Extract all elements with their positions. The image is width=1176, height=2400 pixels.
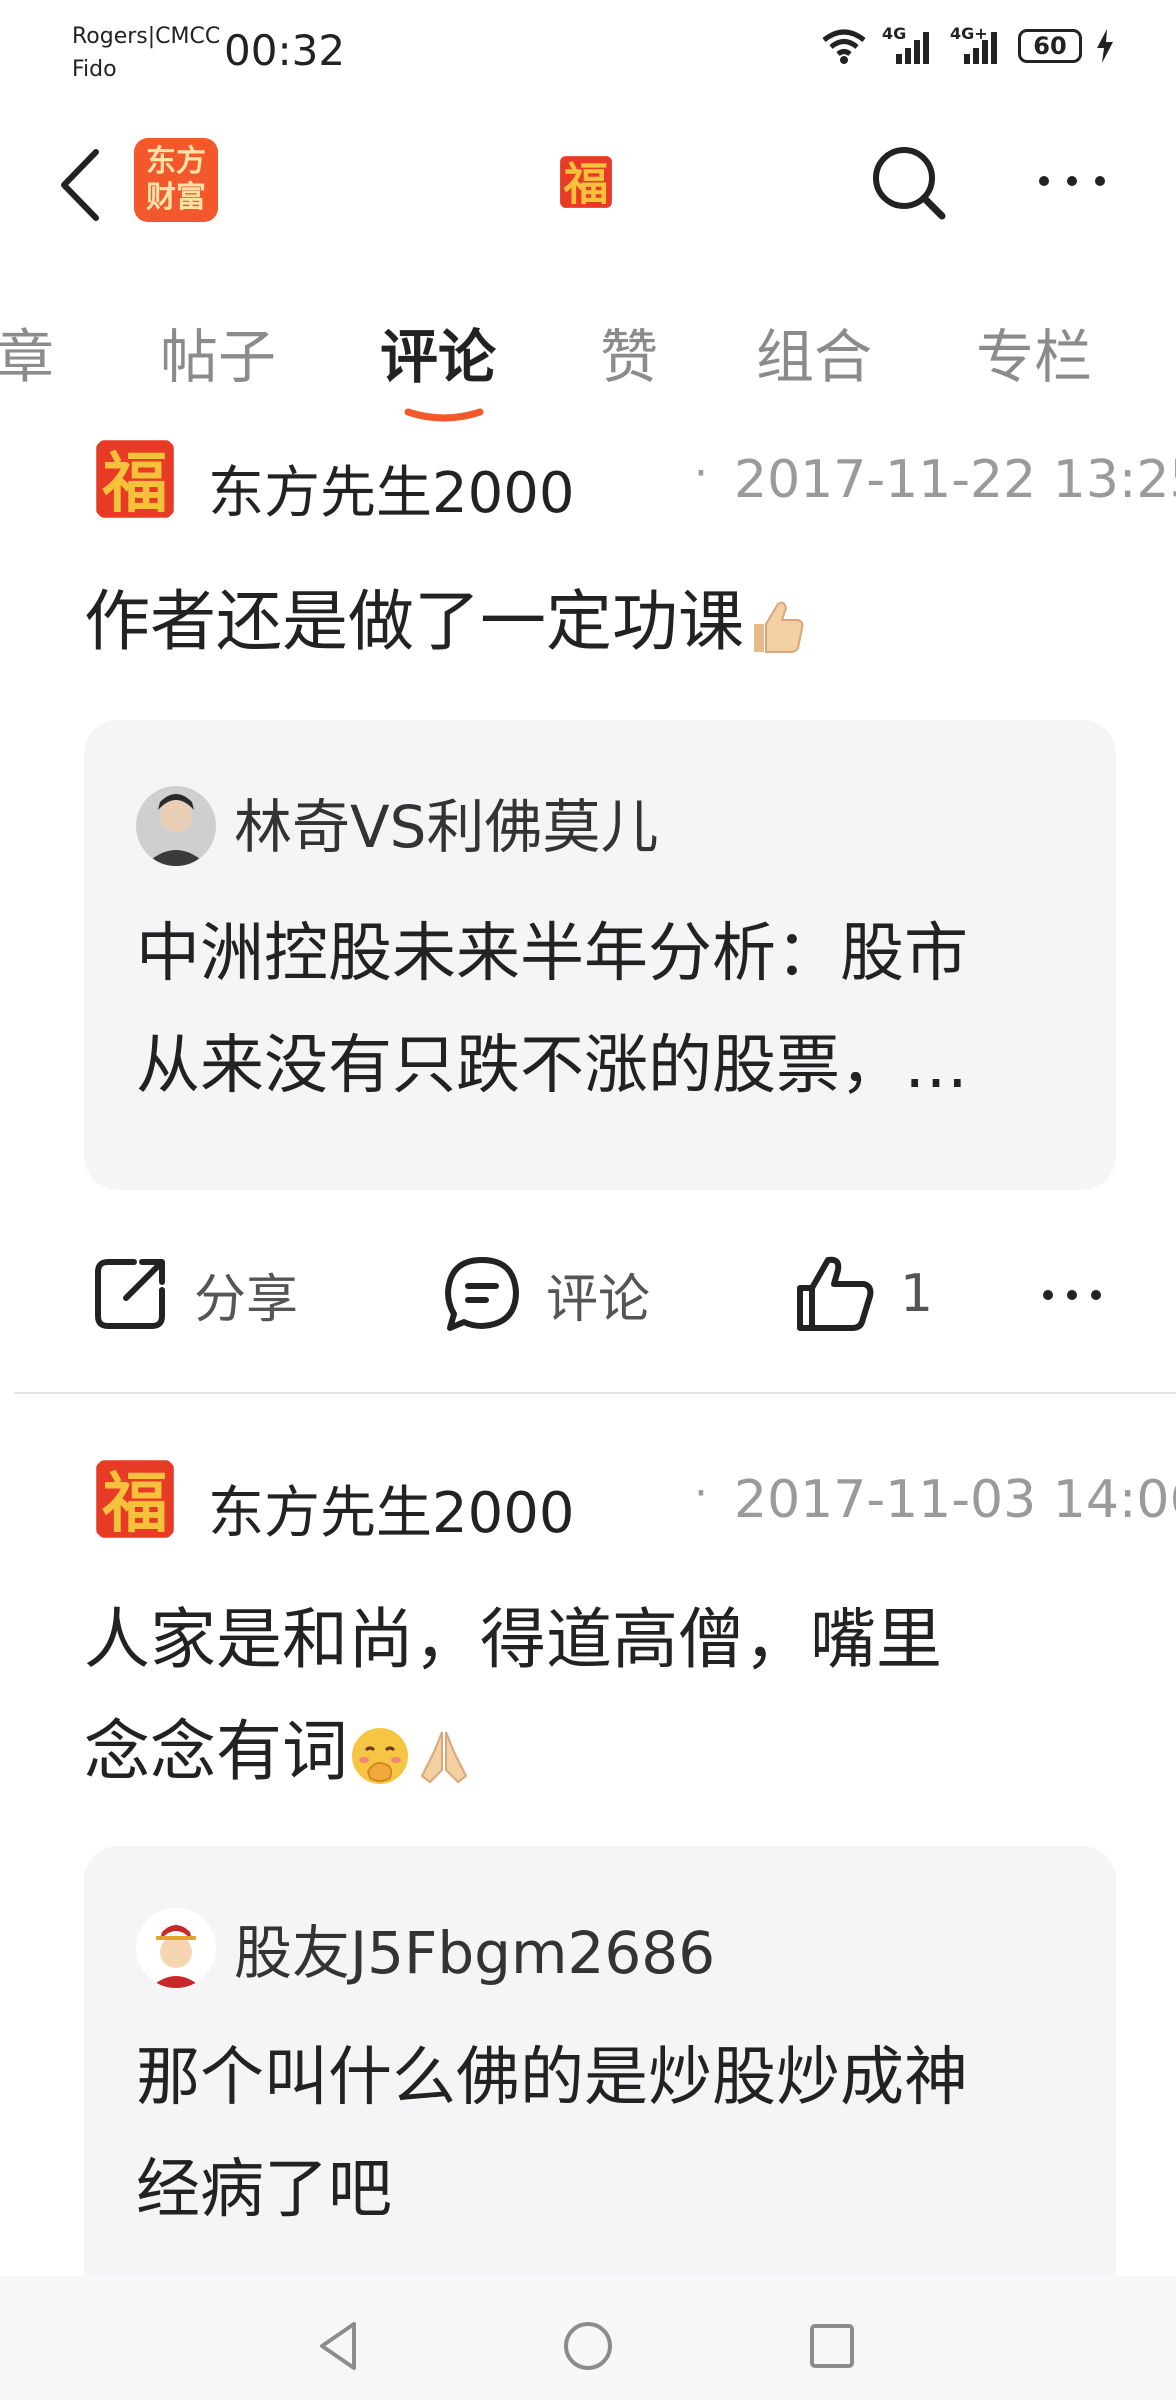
- clock: 00:32: [224, 26, 346, 75]
- meta-separator: ·: [694, 1468, 708, 1519]
- quoted-post-card[interactable]: 林奇VS利佛莫儿 中洲控股未来半年分析：股市 从来没有只跌不涨的股票，…: [84, 720, 1116, 1190]
- like-count: 1: [900, 1264, 934, 1324]
- like-button[interactable]: 1: [794, 1244, 933, 1344]
- quoted-author-avatar[interactable]: [136, 1908, 216, 1988]
- carrier-label: Rogers|CMCC Fido: [72, 20, 220, 86]
- quoted-text-line: 那个叫什么佛的是炒股炒成神: [136, 2041, 968, 2115]
- thumbs-up-icon: [754, 601, 804, 653]
- comment-body: 作者还是做了一定功课: [84, 583, 744, 660]
- post-divider: [14, 1392, 1176, 1394]
- app-logo[interactable]: 东方 财富: [134, 138, 218, 222]
- fu-emblem-icon: 福: [85, 429, 185, 529]
- status-icons: 4G 4G+ 60: [820, 24, 1114, 66]
- more-options-icon[interactable]: [1036, 170, 1108, 192]
- search-icon[interactable]: [868, 142, 950, 224]
- quoted-author-avatar[interactable]: [136, 786, 216, 866]
- comment-button[interactable]: 评论: [442, 1244, 650, 1344]
- post-header: 福 东方先生2000 · 2017-11-22 13:25: [84, 428, 1176, 532]
- author-name[interactable]: 东方先生2000: [208, 1468, 575, 1549]
- wifi-icon: [822, 29, 866, 64]
- quoted-text-line: 经病了吧: [136, 2153, 392, 2227]
- tab-likes[interactable]: 赞: [600, 310, 658, 394]
- thumbs-up-outline-icon: [797, 1256, 874, 1331]
- avatar-char: 福: [101, 446, 167, 522]
- hand-over-mouth-icon: [352, 1727, 408, 1784]
- tab-comments[interactable]: 评论: [380, 310, 496, 394]
- quoted-text-line: 从来没有只跌不涨的股票，…: [136, 1029, 968, 1103]
- tab-articles[interactable]: 章: [0, 310, 54, 394]
- author-avatar[interactable]: 福: [84, 428, 186, 530]
- quoted-post-card[interactable]: 股友J5Fbgm2686 那个叫什么佛的是炒股炒成神 经病了吧: [84, 1846, 1116, 2316]
- post-timestamp: 2017-11-22 13:25: [734, 450, 1176, 510]
- nav-home-icon[interactable]: [558, 2316, 618, 2376]
- avatar-char: 福: [563, 157, 609, 210]
- nav-recents-icon[interactable]: [802, 2316, 862, 2376]
- status-bar: Rogers|CMCC Fido 00:32 4G 4G+ 60: [0, 0, 1176, 100]
- quoted-author-name[interactable]: 股友J5Fbgm2686: [234, 1906, 715, 1990]
- post-actions: 分享 评论 1: [0, 1244, 1176, 1344]
- post-header: 福 东方先生2000 · 2017-11-03 14:06: [84, 1448, 1176, 1552]
- comment-body-line: 念念有词: [84, 1713, 348, 1790]
- quoted-author-name[interactable]: 林奇VS利佛莫儿: [234, 780, 659, 864]
- post-timestamp: 2017-11-03 14:06: [734, 1470, 1176, 1530]
- profile-avatar[interactable]: 福: [550, 146, 622, 218]
- quoted-text-line: 中洲控股未来半年分析：股市: [136, 917, 968, 991]
- cell-signal-2-icon: 4G+: [950, 24, 1004, 66]
- app-logo-line1: 东方: [146, 144, 206, 179]
- active-tab-indicator: [404, 408, 484, 422]
- tab-columns[interactable]: 专栏: [976, 310, 1092, 394]
- comment-icon: [445, 1257, 519, 1331]
- carrier-secondary: Fido: [72, 57, 117, 82]
- top-app-bar: 东方 财富 福: [0, 120, 1176, 240]
- comment-text[interactable]: 作者还是做了一定功课: [84, 566, 1104, 678]
- author-avatar[interactable]: 福: [84, 1448, 186, 1550]
- battery-level: 60: [1033, 32, 1067, 60]
- cell-signal-1-icon: 4G: [882, 24, 936, 66]
- author-name[interactable]: 东方先生2000: [208, 448, 575, 529]
- god-of-wealth-avatar-icon: [136, 1908, 216, 1988]
- user-photo-icon: [136, 786, 216, 866]
- fu-emblem-icon: 福: [85, 1449, 185, 1549]
- system-nav-bar: [0, 2276, 1176, 2400]
- charging-icon: [1097, 29, 1113, 63]
- share-icon: [95, 1259, 165, 1329]
- comment-label: 评论: [546, 1269, 651, 1330]
- avatar-char: 福: [101, 1466, 167, 1542]
- folded-hands-icon: [420, 1731, 468, 1784]
- quoted-post-text: 中洲控股未来半年分析：股市 从来没有只跌不涨的股票，…: [136, 898, 1096, 1122]
- profile-tabs: 章 帖子 评论 赞 组合 专栏: [0, 300, 1176, 410]
- carrier-primary: Rogers|CMCC: [72, 24, 221, 49]
- meta-separator: ·: [694, 448, 708, 499]
- comment-text[interactable]: 人家是和尚，得道高僧，嘴里 念念有词: [84, 1584, 1104, 1808]
- share-button[interactable]: 分享: [90, 1244, 298, 1344]
- tab-posts[interactable]: 帖子: [160, 310, 276, 394]
- battery-icon: 60: [1018, 29, 1082, 63]
- app-logo-line2: 财富: [146, 180, 206, 215]
- quoted-post-text: 那个叫什么佛的是炒股炒成神 经病了吧: [136, 2022, 1096, 2246]
- nav-back-icon[interactable]: [310, 2316, 370, 2376]
- share-label: 分享: [194, 1269, 299, 1330]
- comment-body-line: 人家是和尚，得道高僧，嘴里: [84, 1601, 942, 1678]
- post-more-icon[interactable]: [1040, 1284, 1104, 1306]
- back-button[interactable]: [54, 146, 108, 224]
- fu-emblem-icon: 福: [551, 147, 621, 217]
- tab-portfolios[interactable]: 组合: [756, 310, 872, 394]
